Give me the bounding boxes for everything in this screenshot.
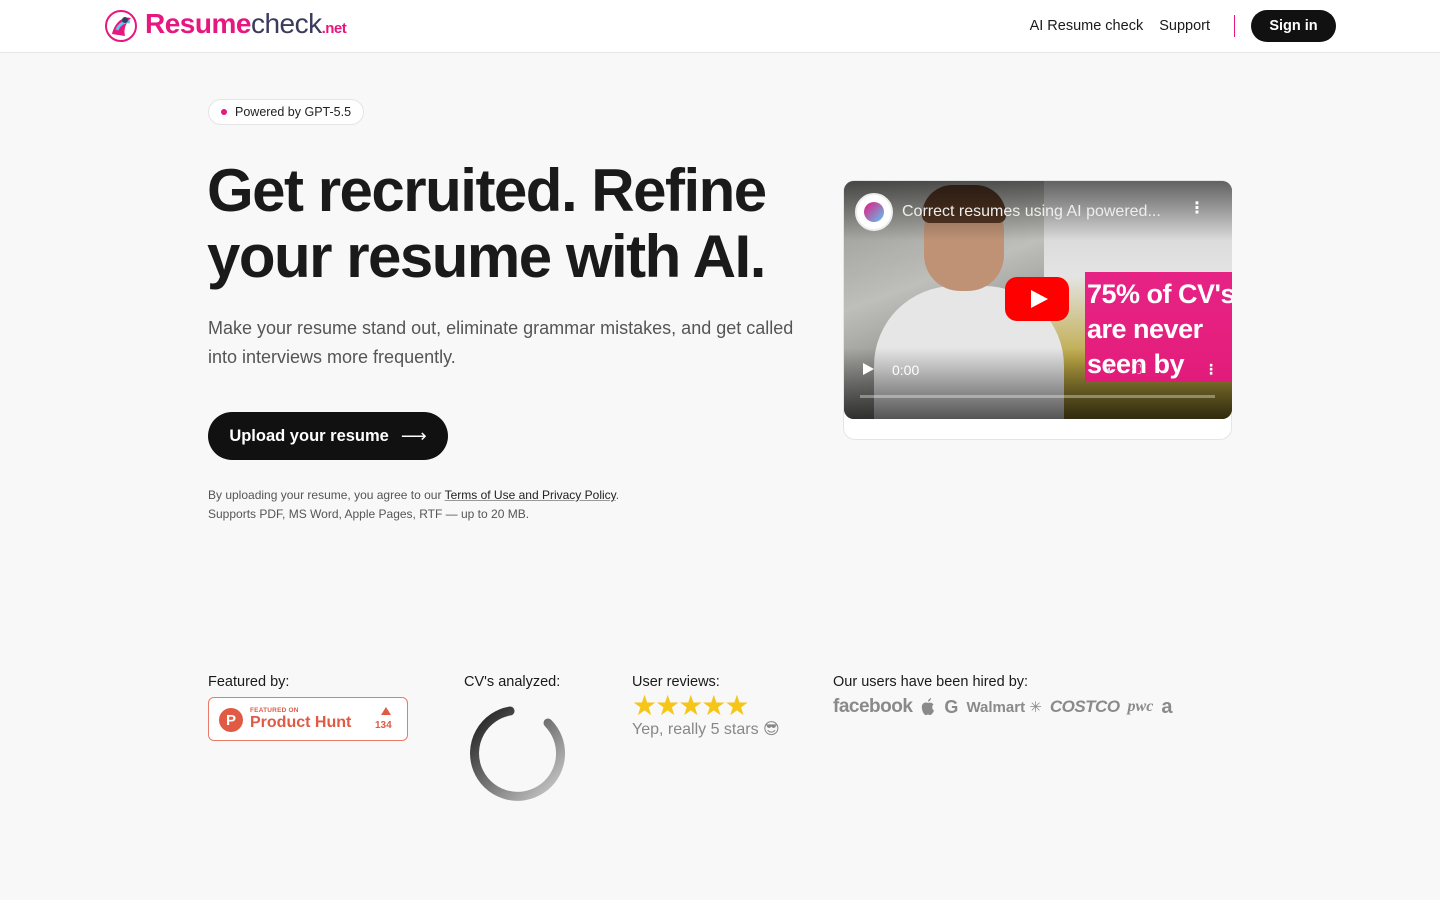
review-text: Yep, really 5 stars 😎 [632, 721, 780, 738]
five-star-rating-icon: ★★★★★ [632, 690, 750, 721]
loading-spinner-icon [470, 706, 566, 801]
nav-support[interactable]: Support [1159, 18, 1210, 34]
upvote-icon [381, 707, 391, 715]
video-card: 75% of CV's are never seen by Correct re… [843, 180, 1232, 440]
featured-on-text: FEATURED ON [250, 707, 299, 714]
logo-wordmark: Resumecheck.net [145, 7, 347, 44]
product-hunt-badge[interactable]: P FEATURED ON Product Hunt 134 [208, 697, 408, 741]
hero-subheadline: Make your resume stand out, eliminate gr… [208, 318, 794, 367]
hired-by-label: Our users have been hired by: [833, 674, 1029, 690]
logo-net: .net [321, 19, 347, 37]
walmart-wordmark: Walmart [966, 699, 1026, 716]
legal-suffix: . [615, 488, 620, 502]
logo-check: check [250, 7, 322, 39]
supported-formats: Supports PDF, MS Word, Apple Pages, RTF … [208, 507, 530, 521]
channel-logo-icon [864, 202, 884, 222]
channel-avatar[interactable] [855, 193, 893, 231]
featured-by-label: Featured by: [208, 674, 290, 690]
upvote-count: 134 [375, 720, 392, 731]
terms-privacy-link[interactable]: Terms of Use and Privacy Policy [445, 488, 616, 502]
resumecheck-logo[interactable]: Resumecheck.net [103, 7, 347, 44]
play-control-icon[interactable] [863, 363, 874, 375]
google-logo: G [944, 696, 959, 717]
hero-headline: Get recruited. Refine your resume with A… [207, 157, 767, 290]
nav-ai-resume-check[interactable]: AI Resume check [1030, 18, 1144, 34]
player-settings-icon[interactable]: ⋮ [1204, 361, 1218, 378]
cvs-analyzed-label: CV's analyzed: [464, 674, 561, 690]
legal-notice: By uploading your resume, you agree to o… [208, 486, 619, 524]
youtube-play-button[interactable] [1005, 277, 1069, 321]
product-hunt-name: Product Hunt [250, 714, 352, 731]
powered-by-label: Powered by GPT-5.5 [235, 105, 352, 119]
volume-fullscreen-icons[interactable]: ◐⛶ [1106, 362, 1159, 378]
site-header: Resumecheck.net AI Resume check Support … [0, 0, 1440, 53]
nav-divider [1234, 15, 1235, 37]
walmart-spark-icon: ✳ [1029, 699, 1042, 716]
company-logos: facebook G Walmart ✳ COSTCO pwc a [833, 692, 1233, 722]
video-progress-bar[interactable] [860, 395, 1215, 398]
terms-line: By uploading your resume, you agree to o… [208, 486, 619, 505]
video-player[interactable]: 75% of CV's are never seen by Correct re… [844, 181, 1232, 419]
upload-resume-label: Upload your resume [229, 426, 389, 445]
amazon-logo: a [1161, 695, 1173, 718]
costco-logo: COSTCO [1049, 697, 1120, 716]
facebook-logo: facebook [833, 696, 913, 717]
powered-by-badge: Powered by GPT-5.5 [208, 99, 365, 125]
status-dot-icon [221, 109, 227, 115]
apple-logo-icon [922, 698, 935, 716]
main-nav: AI Resume check Support Sign in [1014, 10, 1336, 42]
video-title[interactable]: Correct resumes using AI powered... [902, 203, 1187, 221]
more-options-icon[interactable]: ⋮ [1189, 201, 1205, 217]
product-hunt-icon: P [219, 708, 243, 732]
walmart-logo: Walmart ✳ [966, 698, 1041, 716]
sign-in-button[interactable]: Sign in [1251, 10, 1336, 42]
upload-resume-button[interactable]: Upload your resume ⟶ [208, 412, 448, 460]
logo-mark-icon [105, 10, 137, 42]
legal-prefix: By uploading your resume, you agree to o… [208, 488, 445, 502]
video-time: 0:00 [892, 362, 920, 378]
logo-resume: Resume [145, 7, 251, 39]
arrow-right-icon: ⟶ [400, 425, 427, 446]
user-reviews-label: User reviews: [632, 674, 720, 690]
pwc-logo: pwc [1127, 698, 1154, 715]
